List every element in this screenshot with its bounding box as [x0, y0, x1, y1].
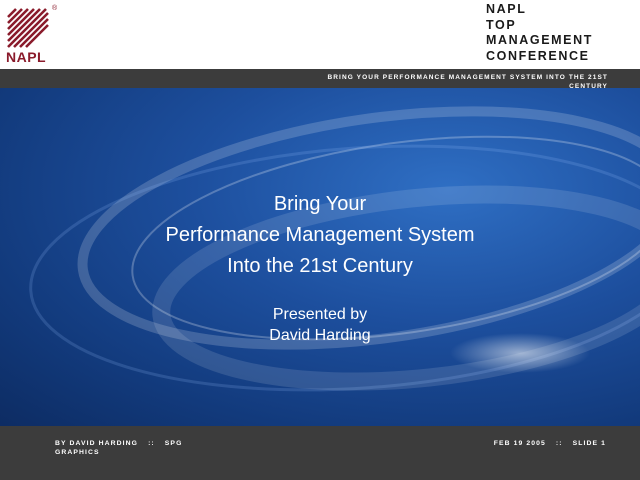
slide-title: Bring Your Performance Management System…	[0, 189, 640, 282]
logo-text: NAPL	[6, 49, 47, 65]
conference-line: TOP	[486, 17, 517, 32]
footer-author: BY DAVID HARDING	[55, 440, 139, 447]
presenter-name: David Harding	[269, 327, 371, 344]
conference-line: MANAGEMENT	[486, 33, 593, 47]
napl-logo-mark-icon	[7, 8, 49, 48]
conference-title: NAPL TOP MANAGEMENT CONFERENCE	[486, 2, 636, 64]
footer-separator: ::	[148, 440, 155, 447]
presenter-block: Presented by David Harding	[0, 304, 640, 346]
footer-separator: ::	[555, 440, 563, 447]
conference-line: NAPL	[486, 2, 527, 16]
slide-title-line: Into the 21st Century	[227, 255, 413, 277]
presented-by: Presented by	[272, 306, 368, 323]
napl-logo: ® NAPL	[6, 5, 57, 65]
slide-title-line: Bring Your	[273, 193, 367, 215]
slide-title-line: Performance Management System	[165, 224, 475, 246]
footer-credit: BY DAVID HARDING:: SPG GRAPHICS	[55, 439, 215, 457]
footer-date: FEB 19 2005	[493, 440, 546, 447]
footer-meta: FEB 19 2005:: SLIDE 1	[450, 439, 606, 448]
header: ® NAPL NAPL TOP MANAGEMENT CONFERENCE	[0, 0, 640, 69]
registered-mark: ®	[52, 5, 58, 12]
slide-number: SLIDE 1	[572, 440, 606, 447]
conference-line: CONFERENCE	[486, 48, 590, 63]
